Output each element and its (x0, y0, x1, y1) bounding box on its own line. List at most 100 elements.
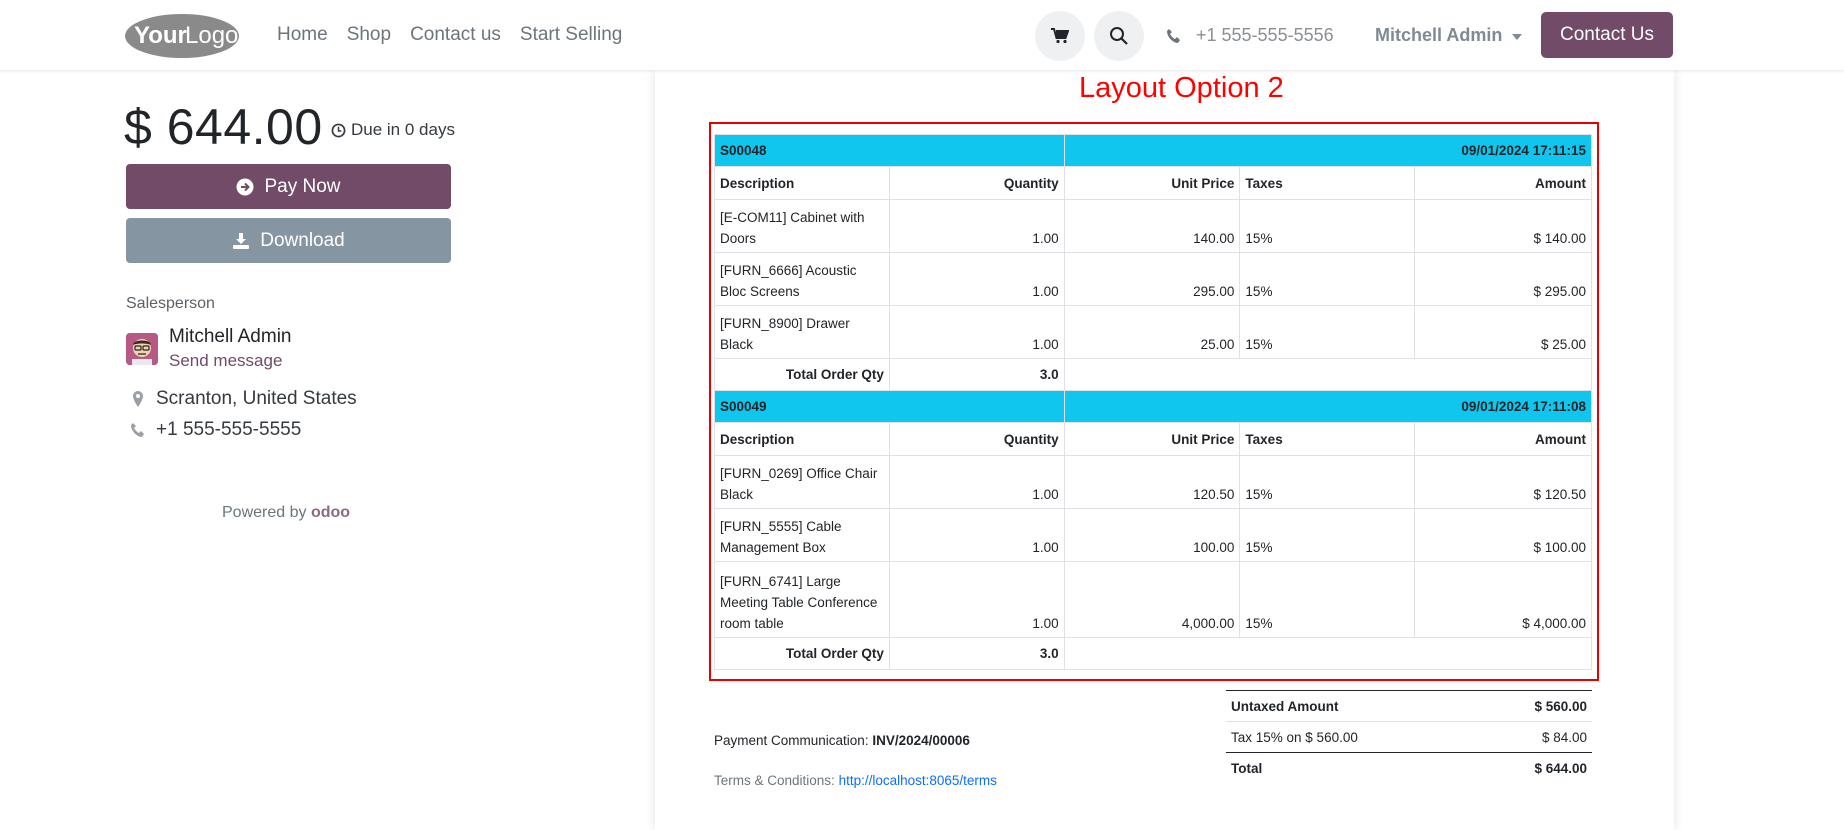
col-description: Description (714, 166, 890, 200)
company-logo[interactable]: Your Logo (124, 12, 240, 59)
col-taxes: Taxes (1239, 422, 1416, 456)
send-message-link[interactable]: Send message (169, 351, 282, 371)
order-header-row: S00048 09/01/2024 17:11:15 (714, 134, 1593, 167)
line-description: [FURN_6741] Large Meeting Table Conferen… (714, 561, 890, 638)
top-navbar: Your Logo Home Shop Contact us Start Sel… (0, 0, 1844, 70)
total-qty-label: Total Order Qty (714, 358, 890, 391)
line-tax: 15% (1239, 252, 1416, 306)
odoo-logo[interactable]: odoo (311, 504, 350, 521)
search-button[interactable] (1094, 11, 1144, 61)
phone-icon (1167, 28, 1180, 43)
salesperson-phone: +1 555-555-5555 (130, 419, 301, 441)
salesperson-avatar (126, 333, 158, 365)
due-text: Due in 0 days (351, 120, 455, 139)
line-qty: 1.00 (888, 508, 1065, 562)
table-row: [FURN_8900] Drawer Black 1.00 25.00 15% … (714, 305, 1592, 359)
cart-button[interactable] (1035, 11, 1085, 61)
layout-title: Layout Option 2 (1079, 72, 1284, 104)
order-date: 09/01/2024 17:11:15 (1063, 134, 1593, 167)
total-qty-value: 3.0 (888, 637, 1065, 670)
line-description: [E-COM11] Cabinet with Doors (714, 199, 890, 253)
terms-label: Terms & Conditions: (714, 773, 835, 788)
line-description: [FURN_5555] Cable Management Box (714, 508, 890, 562)
tax-value: $ 84.00 (1477, 721, 1592, 753)
nav-start-selling[interactable]: Start Selling (520, 24, 622, 46)
order-ref: S00048 (714, 134, 1065, 167)
powered-by: Powered by odoo (222, 504, 350, 522)
table-row: [FURN_0269] Office Chair Black 1.00 120.… (714, 455, 1592, 509)
download-icon (233, 232, 250, 249)
total-qty-filler (1063, 358, 1593, 391)
col-unit-price: Unit Price (1063, 166, 1241, 200)
terms-conditions: Terms & Conditions: http://localhost:806… (714, 773, 997, 788)
untaxed-label: Untaxed Amount (1226, 690, 1478, 722)
line-unit-price: 4,000.00 (1063, 561, 1241, 638)
download-label: Download (260, 229, 345, 251)
col-quantity: Quantity (888, 166, 1065, 200)
line-amount: $ 100.00 (1414, 508, 1592, 562)
nav-shop[interactable]: Shop (347, 24, 391, 46)
payment-communication: Payment Communication: INV/2024/00006 (714, 733, 970, 748)
chevron-down-icon (1512, 33, 1523, 40)
payment-comm-label: Payment Communication: (714, 733, 869, 748)
line-unit-price: 100.00 (1063, 508, 1241, 562)
tax-label: Tax 15% on $ 560.00 (1226, 721, 1478, 753)
arrow-circle-right-icon (236, 178, 254, 195)
terms-link[interactable]: http://localhost:8065/terms (839, 773, 997, 788)
due-status: Due in 0 days (331, 120, 455, 140)
pay-now-button[interactable]: Pay Now (126, 164, 451, 209)
line-amount: $ 295.00 (1414, 252, 1592, 306)
line-unit-price: 295.00 (1063, 252, 1241, 306)
col-taxes: Taxes (1239, 166, 1416, 200)
salesperson-name: Mitchell Admin (169, 326, 292, 347)
line-tax: 15% (1239, 561, 1416, 638)
line-amount: $ 140.00 (1414, 199, 1592, 253)
order-date: 09/01/2024 17:11:08 (1063, 390, 1593, 423)
total-qty-label: Total Order Qty (714, 637, 890, 670)
order-lines-table: S00048 09/01/2024 17:11:15 Description Q… (714, 134, 1593, 670)
header-phone-number: +1 555-555-5556 (1196, 25, 1334, 45)
line-amount: $ 25.00 (1414, 305, 1592, 359)
table-row: [E-COM11] Cabinet with Doors 1.00 140.00… (714, 199, 1592, 253)
phone-icon (131, 423, 144, 437)
search-icon (1110, 27, 1128, 45)
powered-by-label: Powered by (222, 504, 307, 521)
line-amount: $ 4,000.00 (1414, 561, 1592, 638)
untaxed-value: $ 560.00 (1477, 690, 1592, 722)
cart-icon (1051, 28, 1069, 44)
phone-text: +1 555-555-5555 (156, 419, 302, 440)
download-button[interactable]: Download (126, 218, 451, 263)
header-phone[interactable]: +1 555-555-5556 (1166, 25, 1334, 46)
total-label: Total (1226, 752, 1478, 784)
line-tax: 15% (1239, 508, 1416, 562)
column-header-row: Description Quantity Unit Price Taxes Am… (714, 422, 1592, 456)
col-amount: Amount (1414, 422, 1592, 456)
user-name: Mitchell Admin (1375, 25, 1503, 45)
clock-icon (331, 123, 346, 137)
line-qty: 1.00 (888, 561, 1065, 638)
line-description: [FURN_6666] Acoustic Bloc Screens (714, 252, 890, 306)
line-unit-price: 25.00 (1063, 305, 1241, 359)
salesperson-label: Salesperson (126, 295, 215, 312)
invoice-amount: $ 644.00 (124, 99, 323, 155)
contact-us-button[interactable]: Contact Us (1541, 12, 1673, 58)
line-unit-price: 140.00 (1063, 199, 1241, 253)
line-qty: 1.00 (888, 305, 1065, 359)
line-unit-price: 120.50 (1063, 455, 1241, 509)
line-description: [FURN_0269] Office Chair Black (714, 455, 890, 509)
line-description: [FURN_8900] Drawer Black (714, 305, 890, 359)
nav-home[interactable]: Home (277, 24, 328, 46)
total-value: $ 644.00 (1477, 752, 1592, 784)
total-qty-value: 3.0 (888, 358, 1065, 391)
map-marker-icon (133, 391, 143, 407)
line-qty: 1.00 (888, 455, 1065, 509)
col-quantity: Quantity (888, 422, 1065, 456)
total-qty-filler (1063, 637, 1593, 670)
nav-contact-us[interactable]: Contact us (410, 24, 501, 46)
line-tax: 15% (1239, 305, 1416, 359)
untaxed-row: Untaxed Amount $ 560.00 (1226, 690, 1592, 722)
col-unit-price: Unit Price (1063, 422, 1241, 456)
column-header-row: Description Quantity Unit Price Taxes Am… (714, 166, 1592, 200)
table-row: [FURN_5555] Cable Management Box 1.00 10… (714, 508, 1592, 562)
user-dropdown[interactable]: Mitchell Admin (1375, 25, 1523, 46)
